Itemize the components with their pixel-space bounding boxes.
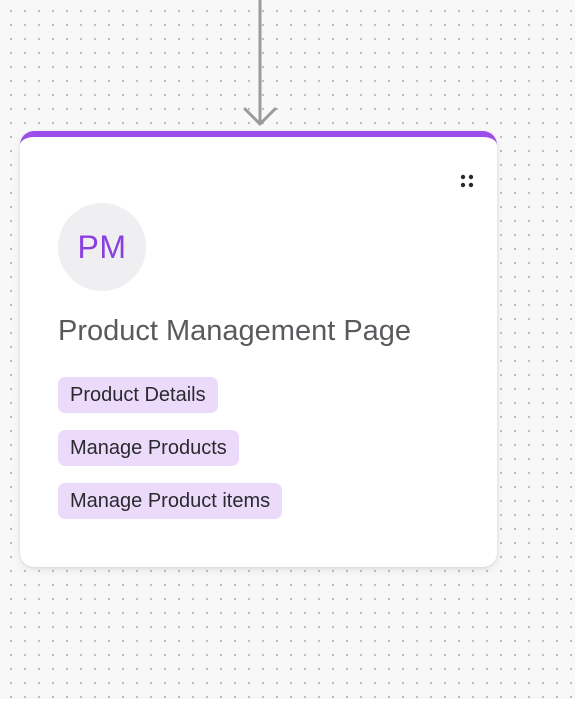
- tag-product-details[interactable]: Product Details: [58, 377, 218, 413]
- avatar-initials: PM: [77, 228, 127, 265]
- tag-manage-products[interactable]: Manage Products: [58, 430, 239, 466]
- canvas-edge-right: [575, 0, 581, 705]
- node-avatar: PM: [58, 203, 146, 291]
- canvas-edge-bottom: [0, 699, 581, 705]
- drag-handle-icon[interactable]: [457, 171, 477, 191]
- node-tag-list: Product Details Manage Products Manage P…: [58, 377, 283, 519]
- page-node-card[interactable]: PM Product Management Page Product Detai…: [20, 131, 497, 567]
- tag-manage-product-items[interactable]: Manage Product items: [58, 483, 283, 519]
- node-title: Product Management Page: [58, 315, 412, 347]
- connector-arrow-down-icon[interactable]: [236, 0, 284, 132]
